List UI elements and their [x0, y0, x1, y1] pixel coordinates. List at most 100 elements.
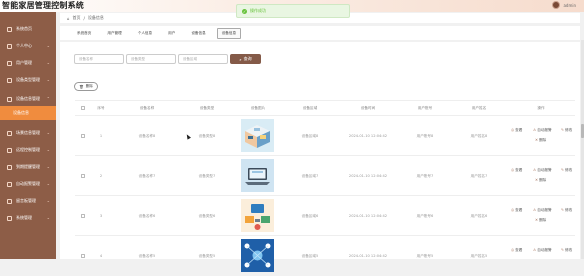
device-type-input[interactable]: 设备类型 [126, 54, 176, 64]
delete-button[interactable]: ✕删除 [535, 218, 546, 223]
chevron-down-icon: ⌄ [46, 215, 50, 220]
grid-icon [7, 77, 12, 83]
view-button[interactable]: ◎查看 [511, 128, 522, 133]
device-image[interactable] [241, 239, 274, 272]
delete-button[interactable]: ✕删除 [535, 178, 546, 183]
device-region-input[interactable]: 设备区域 [178, 54, 228, 64]
sidebar: 系统首页 个人中心 ⌄ 用户管理 ⌄ 设备类型管理 ⌄ 设备信息管理 ⌃ 设备信… [0, 12, 56, 259]
tab-personal-info[interactable]: 个人信息 [133, 28, 157, 39]
auto-alarm-label: 自动报警 [537, 168, 552, 172]
sidebar-item-remote-control[interactable]: 远程控制管理 ⌄ [0, 143, 56, 157]
cell-type: 设备类型5 [198, 254, 216, 258]
sidebar-item-auto-alarm[interactable]: 自动报警管理 ⌄ [0, 177, 56, 191]
breadcrumb-current: 设备信息 [87, 15, 104, 20]
cell-type: 设备类型7 [198, 174, 216, 178]
delete-label: 删除 [539, 178, 547, 182]
alarm-icon: ⚠ [533, 208, 537, 212]
cell-index: 3 [99, 214, 103, 218]
sidebar-item-system-management[interactable]: 系统管理 ⌄ [0, 211, 56, 225]
remote-icon [7, 147, 12, 153]
column-header-account: 用户账号 [417, 106, 433, 110]
auto-alarm-label: 自动报警 [537, 208, 552, 212]
cell-name: 设备名称7 [138, 174, 156, 178]
edit-button[interactable]: ✎修改 [561, 248, 572, 253]
select-all-checkbox[interactable] [81, 106, 85, 110]
avatar[interactable] [552, 1, 561, 9]
cell-account: 用户账号5 [416, 254, 434, 258]
message-icon [7, 198, 12, 204]
view-button[interactable]: ◎查看 [511, 208, 522, 213]
alarm-icon [7, 181, 12, 187]
sidebar-item-scene-management[interactable]: 场景信息管理 ⌄ [0, 126, 56, 140]
search-icon: ⌕ [239, 56, 242, 62]
settings-icon [7, 215, 12, 221]
delete-button[interactable]: ✕删除 [535, 138, 546, 143]
view-label: 查看 [515, 248, 523, 252]
row-checkbox[interactable] [81, 214, 85, 218]
edit-button[interactable]: ✎修改 [561, 208, 572, 213]
delete-label: 删除 [539, 138, 547, 142]
delete-label: 删除 [539, 218, 547, 222]
person-icon [7, 43, 12, 49]
user-name[interactable]: admin [563, 3, 576, 8]
edit-button[interactable]: ✎修改 [561, 128, 572, 133]
cell-region: 设备区域6 [301, 214, 319, 218]
row-checkbox[interactable] [81, 254, 85, 258]
auto-alarm-button[interactable]: ⚠自动报警 [533, 168, 552, 173]
sidebar-item-device-info-management[interactable]: 设备信息管理 ⌃ [0, 92, 56, 106]
trash-icon: ✕ [535, 138, 539, 142]
sidebar-item-device-info[interactable]: 设备信息 [0, 106, 56, 120]
tab-home[interactable]: 系统首页 [72, 28, 96, 39]
auto-alarm-button[interactable]: ⚠自动报警 [533, 248, 552, 253]
tab-device-info-active[interactable]: 设备信息 [216, 27, 242, 39]
auto-alarm-button[interactable]: ⚠自动报警 [533, 128, 552, 133]
cell-account: 用户账号8 [416, 134, 434, 138]
tab-user[interactable]: 用户 [163, 28, 180, 39]
chevron-down-icon: ⌄ [46, 147, 50, 152]
sidebar-item-label: 系统首页 [16, 26, 32, 31]
cell-user-name: 用户姓名8 [470, 134, 488, 138]
cell-index: 1 [99, 134, 103, 138]
trash-icon: ✕ [535, 218, 539, 222]
edit-label: 修改 [565, 208, 573, 212]
view-icon: ◎ [511, 248, 515, 252]
chevron-down-icon: ⌄ [46, 164, 50, 169]
device-image[interactable] [241, 199, 274, 232]
edit-icon: ✎ [561, 168, 565, 172]
view-button[interactable]: ◎查看 [511, 248, 522, 253]
search-button[interactable]: ⌕ 查询 [230, 54, 261, 64]
alarm-icon: ⚠ [533, 168, 537, 172]
sidebar-item-home[interactable]: 系统首页 [0, 22, 56, 36]
alarm-icon: ⚠ [533, 248, 537, 252]
user-area[interactable]: admin [552, 1, 576, 9]
cell-name: 设备名称5 [138, 254, 156, 258]
column-header-type: 设备类型 [199, 106, 215, 110]
sidebar-item-user-management[interactable]: 用户管理 ⌄ [0, 56, 56, 70]
row-checkbox[interactable] [81, 174, 85, 178]
content-panel: 设备名称 设备类型 设备区域 ⌕ 查询 🗑 删除 序号 设备名称 设备类型 设备… [60, 42, 580, 272]
cell-type: 设备类型6 [198, 214, 216, 218]
row-checkbox[interactable] [81, 134, 85, 138]
sidebar-item-expiry-reminder[interactable]: 到期提醒管理 ⌄ [0, 160, 56, 174]
app-title: 智能家居管理控制系统 [2, 1, 84, 10]
column-header-time: 设备时间 [360, 106, 376, 110]
device-image[interactable] [241, 119, 274, 152]
batch-delete-button[interactable]: 🗑 删除 [74, 82, 98, 91]
breadcrumb-home[interactable]: 首页 [73, 15, 81, 21]
sidebar-item-message-board[interactable]: 留言板管理 ⌄ [0, 194, 56, 208]
edit-icon: ✎ [561, 128, 565, 132]
edit-button[interactable]: ✎修改 [561, 168, 572, 173]
tab-user-management[interactable]: 用户管理 [102, 28, 126, 39]
sidebar-item-label: 场景信息管理 [16, 130, 40, 135]
column-header-index: 序号 [97, 106, 105, 110]
device-image[interactable] [241, 159, 274, 192]
tab-device-info-1[interactable]: 设备信息 [186, 28, 210, 39]
device-name-input[interactable]: 设备名称 [74, 54, 124, 64]
search-button-label: 查询 [243, 56, 252, 61]
column-header-image: 设备图片 [250, 106, 266, 110]
sidebar-item-device-type-management[interactable]: 设备类型管理 ⌄ [0, 73, 56, 87]
view-button[interactable]: ◎查看 [511, 168, 522, 173]
edit-label: 修改 [565, 168, 573, 172]
auto-alarm-button[interactable]: ⚠自动报警 [533, 208, 552, 213]
sidebar-item-personal-center[interactable]: 个人中心 ⌄ [0, 39, 56, 53]
